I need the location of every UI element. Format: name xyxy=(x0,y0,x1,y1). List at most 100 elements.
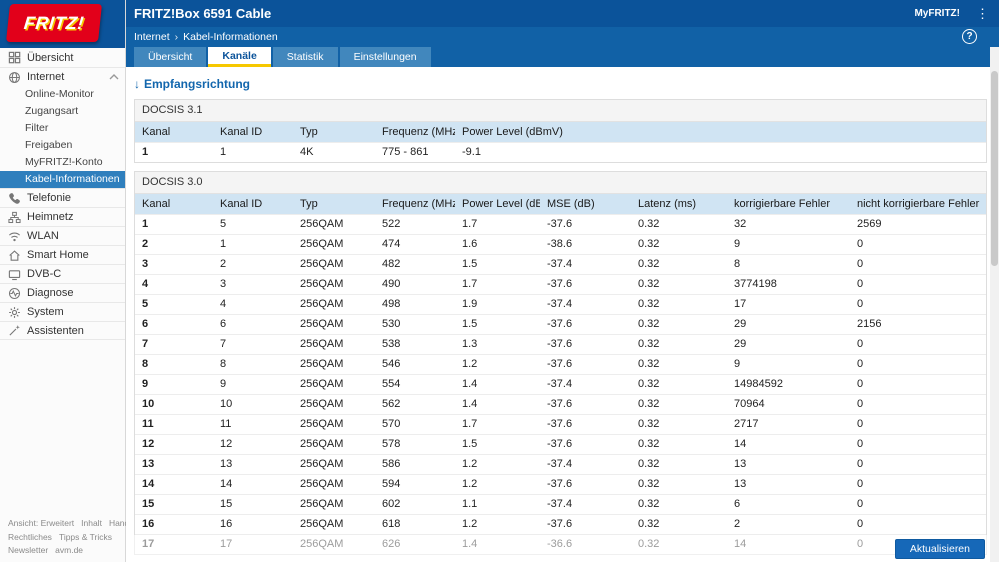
table-cell: 0 xyxy=(850,393,986,414)
sidebar-subitem-filter[interactable]: Filter xyxy=(0,120,125,137)
home-network-icon xyxy=(8,211,21,224)
table-cell: 12 xyxy=(135,433,213,454)
direction-toggle[interactable]: ↓ Empfangsrichtung xyxy=(134,77,987,91)
table-cell: 522 xyxy=(375,213,455,234)
footer-link-inhalt[interactable]: Inhalt xyxy=(81,518,102,528)
docsis30-table: Kanal Kanal ID Typ Frequenz (MHz) Power Leve… xyxy=(135,194,986,554)
table-cell: 12 xyxy=(213,433,293,454)
table-cell: 16 xyxy=(135,513,213,534)
table-cell: 14 xyxy=(213,473,293,494)
topbar: FRITZ!Box 6591 Cable MyFRITZ! ⋮ xyxy=(126,0,999,27)
table-cell: 9 xyxy=(135,373,213,394)
table-cell: 1.5 xyxy=(455,253,540,274)
sidebar-item-diagnose[interactable]: Diagnose xyxy=(0,283,125,302)
sidebar-item-label: Assistenten xyxy=(27,324,84,337)
content-area: ↓ Empfangsrichtung DOCSIS 3.1 Kanal Kanal … xyxy=(126,67,999,562)
table-cell: 0.32 xyxy=(631,353,727,374)
sidebar-item-label: Internet xyxy=(27,71,65,83)
scrollbar-thumb[interactable] xyxy=(991,71,998,266)
table-cell: 256QAM xyxy=(293,513,375,534)
breadcrumb-section[interactable]: Internet xyxy=(134,31,170,43)
table-cell: -37.4 xyxy=(540,373,631,394)
table-cell: 8 xyxy=(727,253,850,274)
table-cell: 4K xyxy=(293,141,375,162)
table-cell: 256QAM xyxy=(293,473,375,494)
table-cell: 13 xyxy=(727,453,850,474)
content-scrollbar[interactable] xyxy=(990,47,999,562)
table-cell: 530 xyxy=(375,313,455,334)
table-cell: 0.32 xyxy=(631,493,727,514)
sidebar-item-telefonie[interactable]: Telefonie xyxy=(0,188,125,207)
table-cell: 10 xyxy=(135,393,213,414)
table-cell: 0.32 xyxy=(631,453,727,474)
table-cell: -37.6 xyxy=(540,273,631,294)
table-cell: 0 xyxy=(850,413,986,434)
table-row: 13 13 256QAM 586 1.2 -37.4 0.32 13 0 xyxy=(135,453,986,474)
table-cell: 70964 xyxy=(727,393,850,414)
column-header: Kanal ID xyxy=(213,194,293,214)
sidebar-subitem-zugangsart[interactable]: Zugangsart xyxy=(0,103,125,120)
docsis31-title: DOCSIS 3.1 xyxy=(135,100,986,122)
table-cell: 0.32 xyxy=(631,513,727,534)
sidebar-item-assistenten[interactable]: Assistenten xyxy=(0,321,125,340)
sidebar-subitem-kabel-informationen[interactable]: Kabel-Informationen xyxy=(0,171,125,188)
fritz-logo[interactable]: FRITZ! xyxy=(6,4,102,42)
tab-statistik[interactable]: Statistik xyxy=(272,47,338,67)
table-cell: -37.6 xyxy=(540,213,631,234)
footer-link-ansicht-erweitert[interactable]: Ansicht: Erweitert xyxy=(8,518,74,528)
table-cell: 490 xyxy=(375,273,455,294)
tab-bar: Übersicht Kanäle Statistik Einstellungen xyxy=(126,47,999,67)
sidebar-item-heimnetz[interactable]: Heimnetz xyxy=(0,207,125,226)
table-cell: 13 xyxy=(727,473,850,494)
table-cell: 4 xyxy=(135,273,213,294)
tab-einstellungen[interactable]: Einstellungen xyxy=(339,47,431,67)
table-cell: 1.4 xyxy=(455,373,540,394)
column-header: Power Level (dBmV) xyxy=(455,194,540,214)
docsis31-section: DOCSIS 3.1 Kanal Kanal ID Typ Frequenz (MHz… xyxy=(134,99,987,163)
sidebar-nav: Übersicht Internet Online-Monitor Zugangsar… xyxy=(0,48,125,562)
refresh-button[interactable]: Aktualisieren xyxy=(894,538,985,559)
sidebar-subitem-freigaben[interactable]: Freigaben xyxy=(0,137,125,154)
tab-übersicht[interactable]: Übersicht xyxy=(134,47,207,67)
table-row: 5 4 256QAM 498 1.9 -37.4 0.32 17 0 xyxy=(135,293,986,314)
table-cell: 0.32 xyxy=(631,253,727,274)
footer-link-tipps-tricks[interactable]: Tipps & Tricks xyxy=(59,532,112,542)
table-row: 9 9 256QAM 554 1.4 -37.4 0.32 14984592 0 xyxy=(135,373,986,394)
table-cell: 1 xyxy=(135,213,213,234)
sidebar-item-dvb-c[interactable]: DVB-C xyxy=(0,264,125,283)
sidebar-item-wlan[interactable]: WLAN xyxy=(0,226,125,245)
table-cell: 11 xyxy=(213,413,293,434)
table-cell: -38.6 xyxy=(540,233,631,254)
docsis30-section: DOCSIS 3.0 Kanal Kanal ID Typ Frequenz (MHz… xyxy=(134,171,987,555)
table-cell: 256QAM xyxy=(293,433,375,454)
footer-link-rechtliches[interactable]: Rechtliches xyxy=(8,532,52,542)
table-cell: 0.32 xyxy=(631,413,727,434)
sidebar-subitem-myfritz-konto[interactable]: MyFRITZ!-Konto xyxy=(0,154,125,171)
footer-link-avm-de[interactable]: avm.de xyxy=(55,545,83,555)
myfritz-link[interactable]: MyFRITZ! xyxy=(914,8,960,19)
docsis30-title: DOCSIS 3.0 xyxy=(135,172,986,194)
table-cell: 256QAM xyxy=(293,253,375,274)
footer-link-newsletter[interactable]: Newsletter xyxy=(8,545,48,555)
table-row: 11 11 256QAM 570 1.7 -37.6 0.32 2717 0 xyxy=(135,413,986,434)
table-cell: 7 xyxy=(213,333,293,354)
table-cell: 29 xyxy=(727,313,850,334)
sidebar-subitem-online-monitor[interactable]: Online-Monitor xyxy=(0,86,125,103)
table-cell: 32 xyxy=(727,213,850,234)
table-cell: 474 xyxy=(375,233,455,254)
sidebar-item-übersicht[interactable]: Übersicht xyxy=(0,48,125,67)
table-cell: 256QAM xyxy=(293,453,375,474)
sidebar-item-system[interactable]: System xyxy=(0,302,125,321)
table-cell: 0 xyxy=(850,473,986,494)
table-cell: -37.6 xyxy=(540,313,631,334)
table-cell: 256QAM xyxy=(293,233,375,254)
globe-icon xyxy=(8,71,21,84)
table-cell: 0.32 xyxy=(631,433,727,454)
table-cell: 562 xyxy=(375,393,455,414)
column-header: korrigierbare Fehler xyxy=(727,194,850,214)
sidebar-item-internet[interactable]: Internet xyxy=(0,67,125,86)
kebab-menu-icon[interactable]: ⋮ xyxy=(976,7,989,20)
sidebar-item-smart-home[interactable]: Smart Home xyxy=(0,245,125,264)
tab-kanäle[interactable]: Kanäle xyxy=(208,47,271,67)
help-icon[interactable]: ? xyxy=(962,29,977,44)
